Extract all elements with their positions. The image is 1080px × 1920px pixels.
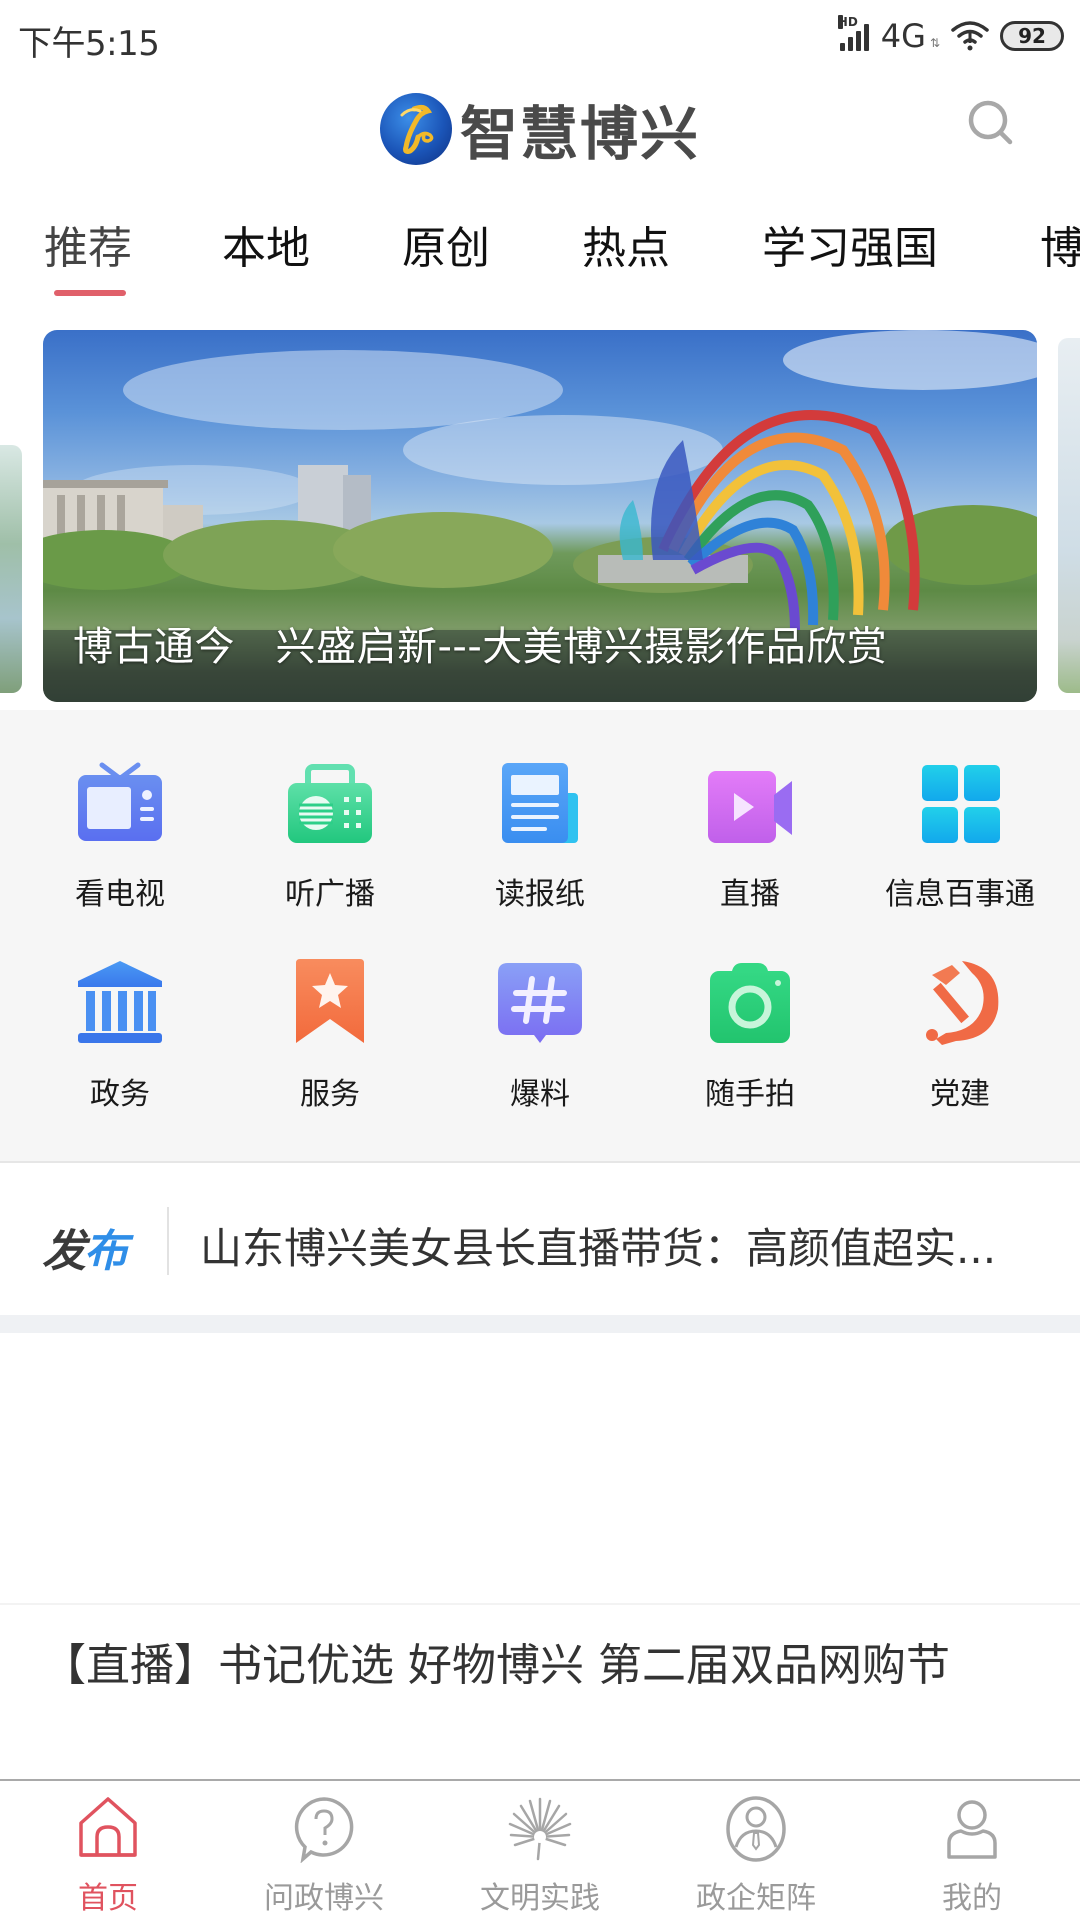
article-title[interactable]: 【直播】书记优选 好物博兴 第二届双品网购节 bbox=[42, 1633, 1022, 1699]
shortcut-grid: 看电视 听广播 读报纸 直播 信息百事通 政务 服务 爆料 随手拍 党建 bbox=[0, 710, 1080, 1163]
content-placeholder bbox=[0, 1333, 1080, 1603]
category-tabs: 推荐 本地 原创 热点 学习强国 博 bbox=[0, 190, 1080, 300]
news-ticker[interactable]: 发布 山东博兴美女县长直播带货：高颜值超实... bbox=[0, 1165, 1080, 1315]
shortcut-label: 信息百事通 bbox=[885, 877, 1035, 912]
shortcut-government[interactable]: 政务 bbox=[20, 955, 220, 1125]
article-item[interactable]: 【直播】书记优选 好物博兴 第二届双品网购节 bbox=[0, 1603, 1080, 1779]
app-logo: 智慧博兴 bbox=[380, 87, 700, 171]
network-type: 4G bbox=[880, 17, 926, 55]
status-time: 下午5:15 bbox=[18, 24, 160, 64]
radio-icon bbox=[288, 764, 372, 843]
tab-hot[interactable]: 热点 bbox=[582, 212, 670, 276]
banner-slide[interactable]: 博古通今 兴盛启新---大美博兴摄影作品欣赏 bbox=[43, 330, 1037, 702]
business-person-icon bbox=[726, 1796, 786, 1862]
shortcut-tip-off[interactable]: 爆料 bbox=[440, 955, 640, 1125]
party-emblem-icon bbox=[926, 961, 999, 1045]
shortcut-label: 政务 bbox=[90, 1077, 150, 1112]
user-icon bbox=[947, 1800, 997, 1859]
wifi-icon bbox=[951, 21, 989, 51]
hd-label: HD bbox=[837, 15, 858, 29]
nav-gov-enterprise-matrix[interactable]: 政企矩阵 bbox=[648, 1781, 864, 1920]
live-video-icon bbox=[708, 771, 792, 843]
banner-caption: 博古通今 兴盛启新---大美博兴摄影作品欣赏 bbox=[73, 624, 888, 670]
nav-label: 问政博兴 bbox=[264, 1881, 384, 1916]
shortcut-label: 服务 bbox=[300, 1077, 360, 1112]
publish-logo-part1: 发 bbox=[42, 1226, 86, 1277]
shortcut-live[interactable]: 直播 bbox=[650, 755, 850, 925]
nav-civilization-practice[interactable]: 文明实践 bbox=[432, 1781, 648, 1920]
cell-signal-icon: HD bbox=[837, 15, 869, 51]
tab-xuexi-qiangguo[interactable]: 学习强国 bbox=[762, 212, 938, 276]
section-divider bbox=[0, 1315, 1080, 1333]
shortcut-read-newspaper[interactable]: 读报纸 bbox=[440, 755, 640, 925]
nav-label: 政企矩阵 bbox=[696, 1881, 816, 1916]
tab-local[interactable]: 本地 bbox=[222, 212, 310, 276]
shortcut-party-building[interactable]: 党建 bbox=[860, 955, 1060, 1125]
shortcut-watch-tv[interactable]: 看电视 bbox=[20, 755, 220, 925]
grid-apps-icon bbox=[922, 765, 1000, 843]
civilization-fan-icon bbox=[508, 1797, 572, 1861]
nav-ask-government[interactable]: 问政博兴 bbox=[216, 1781, 432, 1920]
shortcut-label: 直播 bbox=[720, 877, 780, 912]
shortcut-label: 读报纸 bbox=[495, 877, 585, 912]
nav-home[interactable]: 首页 bbox=[0, 1781, 216, 1920]
shortcut-services[interactable]: 服务 bbox=[230, 955, 430, 1125]
search-button[interactable] bbox=[966, 98, 1018, 150]
nav-label: 文明实践 bbox=[480, 1881, 600, 1916]
status-bar: 下午5:15 HD 4G ⇅ 92 bbox=[0, 0, 1080, 70]
nav-label: 我的 bbox=[942, 1881, 1002, 1916]
data-arrows-icon: ⇅ bbox=[929, 36, 940, 50]
tab-boxing[interactable]: 博 bbox=[1040, 212, 1080, 276]
newspaper-icon bbox=[502, 763, 578, 843]
shortcut-label: 爆料 bbox=[510, 1077, 570, 1112]
ticker-divider bbox=[167, 1207, 169, 1275]
shortcut-label: 听广播 bbox=[285, 877, 375, 912]
banner-carousel[interactable]: 博古通今 兴盛启新---大美博兴摄影作品欣赏 bbox=[0, 325, 1080, 710]
nav-me[interactable]: 我的 bbox=[864, 1781, 1080, 1920]
shortcut-listen-radio[interactable]: 听广播 bbox=[230, 755, 430, 925]
camera-icon bbox=[710, 963, 790, 1043]
publish-logo: 发布 bbox=[42, 1215, 128, 1279]
search-icon bbox=[968, 100, 1013, 145]
app-header: 智慧博兴 bbox=[0, 70, 1080, 180]
shortcut-label: 党建 bbox=[930, 1077, 990, 1112]
battery-indicator: 92 bbox=[1000, 21, 1064, 51]
tv-icon bbox=[78, 762, 162, 841]
previous-banner-slide[interactable] bbox=[0, 445, 22, 693]
ticker-headline[interactable]: 山东博兴美女县长直播带货：高颜值超实... bbox=[200, 1215, 1040, 1276]
bottom-navigation: 首页 问政博兴 文明实践 政企矩阵 我的 bbox=[0, 1779, 1080, 1920]
shortcut-label: 随手拍 bbox=[705, 1077, 795, 1112]
publish-logo-part2: 布 bbox=[84, 1226, 128, 1277]
shortcut-snapshot[interactable]: 随手拍 bbox=[650, 955, 850, 1125]
next-banner-slide[interactable] bbox=[1058, 338, 1080, 693]
tab-recommend[interactable]: 推荐 bbox=[44, 212, 132, 276]
home-icon bbox=[79, 1797, 137, 1857]
active-tab-indicator bbox=[54, 290, 126, 296]
status-indicators: HD 4G ⇅ 92 bbox=[837, 15, 1064, 55]
shortcut-label: 看电视 bbox=[75, 877, 165, 912]
tab-original[interactable]: 原创 bbox=[402, 212, 490, 276]
hashtag-chat-icon bbox=[498, 963, 582, 1043]
question-bubble-icon bbox=[294, 1797, 354, 1863]
logo-emblem-icon bbox=[380, 93, 452, 165]
app-title: 智慧博兴 bbox=[460, 100, 701, 168]
bookmark-star-icon bbox=[296, 959, 364, 1043]
shortcut-info-service[interactable]: 信息百事通 bbox=[860, 755, 1060, 925]
nav-label: 首页 bbox=[78, 1881, 138, 1916]
government-building-icon bbox=[78, 961, 162, 1043]
